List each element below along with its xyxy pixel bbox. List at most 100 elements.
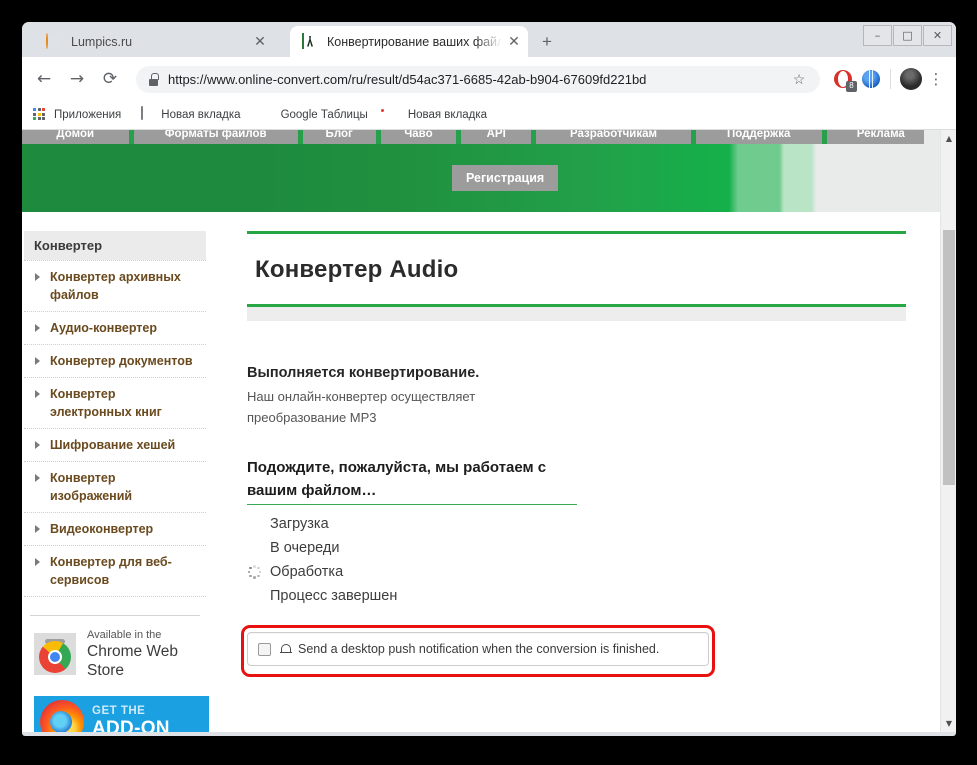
page-content: Конвертер Конвертер архивных файлов Аудио… xyxy=(22,212,940,732)
push-notification-checkbox[interactable] xyxy=(258,643,271,656)
page-scrollbar[interactable]: ▲ ▼ xyxy=(940,130,956,732)
sidebar-item[interactable]: Шифрование хешей xyxy=(24,428,206,461)
toolbar-divider xyxy=(890,69,891,89)
site-nav-buttons: Домой Форматы файлов Блог Чаво API Разработчи… xyxy=(22,130,940,144)
google-sheets-icon xyxy=(259,107,275,123)
tab-lumpics[interactable]: Lumpics.ru ✕ xyxy=(34,26,274,57)
scrollbar-thumb[interactable] xyxy=(943,230,955,485)
web-page: Домой Форматы файлов Блог Чаво API Разработчи… xyxy=(22,130,940,732)
sidebar-item-label: Конвертер изображений xyxy=(50,471,132,503)
sidebar-item-label: Конвертер для веб-сервисов xyxy=(50,555,172,587)
sidebar-item[interactable]: Аудио-конвертер xyxy=(24,311,206,344)
conversion-status-body: Наш онлайн-конвертер осуществляет преобр… xyxy=(247,386,906,428)
sidebar-item-label: Шифрование хешей xyxy=(50,438,175,452)
bookmark-star-icon[interactable]: ☆ xyxy=(790,71,808,88)
tab-title: Конвертирование ваших файлов xyxy=(327,35,502,49)
firefox-logo-icon xyxy=(40,700,84,732)
chrome-promo-line2: Chrome Web Store xyxy=(87,642,200,680)
sidebar-item-label: Конвертер архивных файлов xyxy=(50,270,181,302)
maximize-icon[interactable]: □ xyxy=(893,25,922,46)
chrome-logo-icon xyxy=(34,633,76,675)
site-nav-item[interactable]: Реклама xyxy=(827,130,935,144)
sidebar-item[interactable]: Конвертер электронных книг xyxy=(24,377,206,428)
conversion-steps: ЗагрузкаВ очередиОбработкаПроцесс заверш… xyxy=(247,512,906,608)
sidebar-item[interactable]: Видеоконвертер xyxy=(24,512,206,545)
sidebar-heading: Конвертер xyxy=(24,231,206,260)
grey-placeholder-bar xyxy=(247,307,906,321)
forward-icon[interactable]: → xyxy=(63,65,91,93)
bell-icon xyxy=(280,643,292,656)
grey-circle-icon xyxy=(247,589,262,604)
site-nav-item[interactable]: Чаво xyxy=(381,130,457,144)
push-notification-label: Send a desktop push notification when th… xyxy=(298,642,659,656)
conversion-step: В очереди xyxy=(247,536,906,560)
page-icon xyxy=(139,107,155,123)
address-bar[interactable]: https://www.online-convert.com/ru/result… xyxy=(136,66,820,93)
sidebar-item-label: Видеоконвертер xyxy=(50,522,153,536)
sidebar-item[interactable]: Конвертер изображений xyxy=(24,461,206,512)
apps-grid-icon xyxy=(32,107,48,123)
nav-scroll-gap xyxy=(924,130,940,144)
conversion-status-heading: Выполняется конвертирование. xyxy=(247,365,906,381)
sidebar-item[interactable]: Конвертер документов xyxy=(24,344,206,377)
extension-opera-icon[interactable]: 8 xyxy=(831,67,855,91)
main-column: Конвертер Audio Выполняется конвертирова… xyxy=(247,231,906,666)
tab-strip: Lumpics.ru ✕ Конвертирование ваших файло… xyxy=(22,22,956,57)
push-notification-row[interactable]: Send a desktop push notification when th… xyxy=(247,632,709,666)
chevron-right-icon xyxy=(35,273,40,281)
image-icon xyxy=(386,107,402,123)
scroll-up-icon[interactable]: ▲ xyxy=(941,130,956,147)
site-nav-item[interactable]: Разработчикам xyxy=(536,130,691,144)
sidebar-item[interactable]: Конвертер для веб-сервисов xyxy=(24,545,206,597)
conversion-step-label: Обработка xyxy=(270,560,343,584)
avatar[interactable] xyxy=(900,68,922,90)
conversion-step: Обработка xyxy=(247,560,906,584)
conversion-step: Процесс завершен xyxy=(247,584,906,608)
site-nav-item[interactable]: Поддержка xyxy=(696,130,822,144)
register-button[interactable]: Регистрация xyxy=(452,165,558,191)
bookmark-label: Новая вкладка xyxy=(408,109,487,121)
sidebar-item-label: Конвертер документов xyxy=(50,354,193,368)
bookmark-label: Новая вкладка xyxy=(161,109,240,121)
bookmark-new-tab-1[interactable]: Новая вкладка xyxy=(139,107,240,123)
chevron-right-icon xyxy=(35,390,40,398)
back-icon[interactable]: ← xyxy=(30,65,58,93)
scroll-down-icon[interactable]: ▼ xyxy=(941,715,956,732)
bookmark-label: Google Таблицы xyxy=(281,109,368,121)
minimize-icon[interactable]: – xyxy=(863,25,892,46)
site-nav-item[interactable]: Блог xyxy=(303,130,376,144)
new-tab-button[interactable]: + xyxy=(536,31,558,53)
chrome-web-store-badge[interactable]: Available in the Chrome Web Store xyxy=(24,616,206,686)
conversion-step: Загрузка xyxy=(247,512,906,536)
browser-toolbar: ← → ⟳ https://www.online-convert.com/ru/… xyxy=(22,57,956,101)
site-nav-item[interactable]: Домой xyxy=(22,130,129,144)
bookmark-apps[interactable]: Приложения xyxy=(32,107,121,123)
site-nav-item[interactable]: Форматы файлов xyxy=(134,130,298,144)
bookmark-google-sheets[interactable]: Google Таблицы xyxy=(259,107,368,123)
firefox-addon-banner[interactable]: GET THE ADD-ON xyxy=(34,696,209,732)
lock-icon xyxy=(148,73,159,86)
check-circle-icon xyxy=(247,541,262,556)
firefox-promo-line2: ADD-ON xyxy=(92,718,170,732)
url-text: https://www.online-convert.com/ru/result… xyxy=(168,72,790,87)
extension-globe-icon[interactable] xyxy=(859,67,883,91)
site-top-nav: Домой Форматы файлов Блог Чаво API Разработчи… xyxy=(22,130,940,144)
close-icon[interactable]: ✕ xyxy=(506,34,522,50)
close-window-icon[interactable]: ✕ xyxy=(923,25,952,46)
conversion-step-label: Загрузка xyxy=(270,512,329,536)
chevron-right-icon xyxy=(35,474,40,482)
chevron-right-icon xyxy=(35,357,40,365)
extension-badge: 8 xyxy=(846,81,857,92)
window-controls: – □ ✕ xyxy=(862,25,952,46)
bookmark-new-tab-2[interactable]: Новая вкладка xyxy=(386,107,487,123)
conversion-step-label: Процесс завершен xyxy=(270,584,397,608)
firefox-promo-line1: GET THE xyxy=(92,705,170,718)
close-icon[interactable]: ✕ xyxy=(252,34,268,50)
tab-converter[interactable]: Конвертирование ваших файлов ✕ xyxy=(290,26,528,57)
chrome-menu-icon[interactable]: ⋮ xyxy=(924,72,948,87)
reload-icon[interactable]: ⟳ xyxy=(96,65,124,93)
sidebar-item[interactable]: Конвертер архивных файлов xyxy=(24,260,206,311)
site-nav-item[interactable]: API xyxy=(461,130,531,144)
sidebar-item-label: Аудио-конвертер xyxy=(50,321,157,335)
browser-window: Lumpics.ru ✕ Конвертирование ваших файло… xyxy=(22,22,956,736)
